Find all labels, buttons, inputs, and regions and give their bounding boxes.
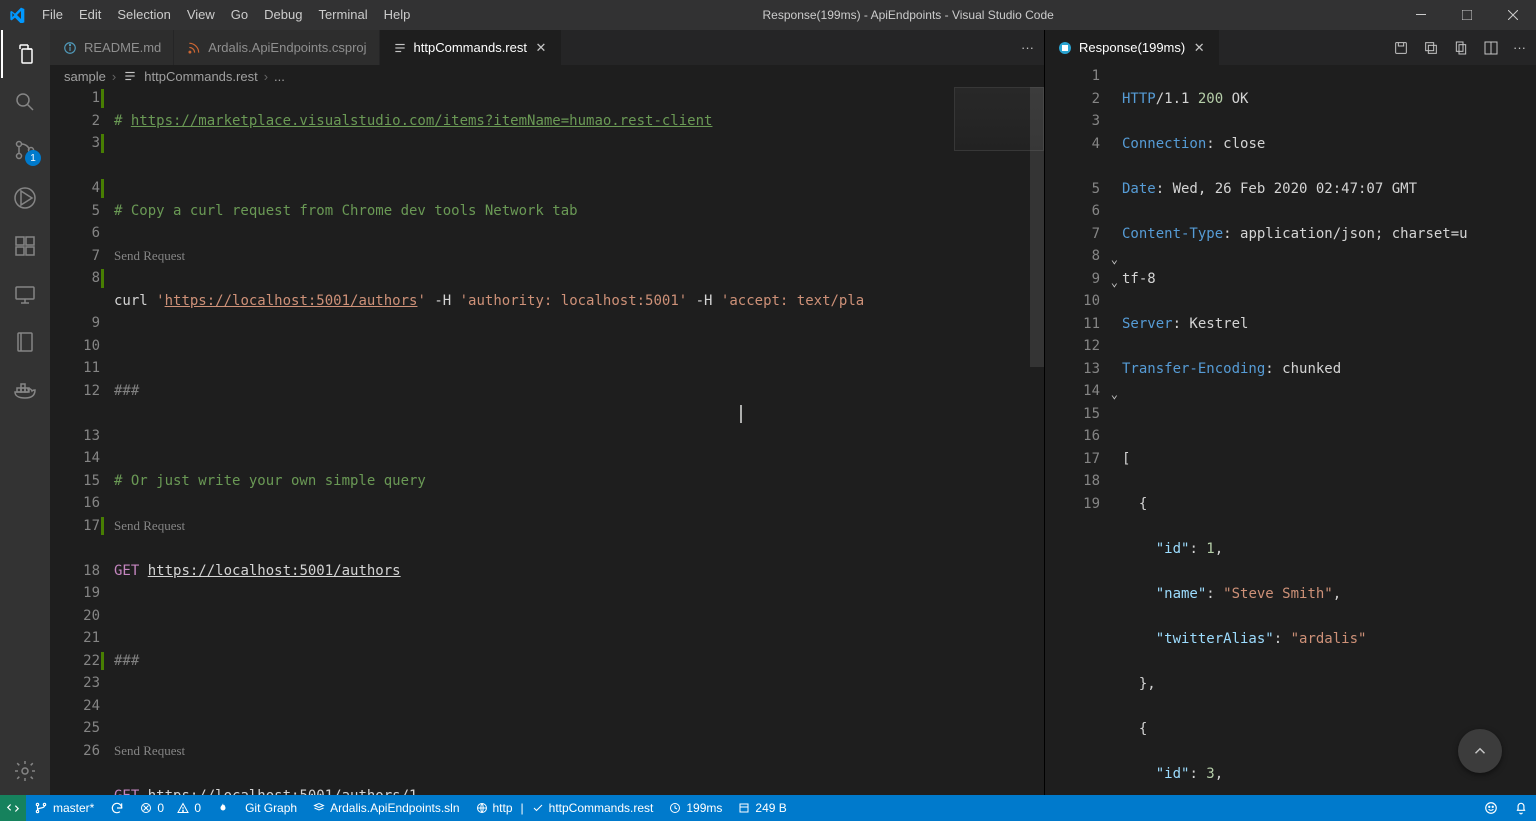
minimize-button[interactable]	[1398, 0, 1444, 30]
activity-scm[interactable]: 1	[1, 126, 49, 174]
breadcrumb-item[interactable]: httpCommands.rest	[144, 69, 257, 84]
status-sln[interactable]: Ardalis.ApiEndpoints.sln	[305, 801, 467, 815]
maximize-button[interactable]	[1444, 0, 1490, 30]
tab-httpcommands[interactable]: httpCommands.rest ✕	[380, 30, 562, 65]
tab-label: httpCommands.rest	[414, 40, 527, 55]
window-controls	[1398, 0, 1536, 30]
scm-badge: 1	[25, 150, 41, 166]
status-proto[interactable]: http	[468, 801, 521, 815]
text-cursor	[740, 405, 742, 423]
status-file[interactable]: httpCommands.rest	[524, 801, 662, 815]
menu-bar: File Edit Selection View Go Debug Termin…	[34, 0, 418, 30]
status-bell[interactable]	[1506, 801, 1536, 815]
breadcrumb-item[interactable]: sample	[64, 69, 106, 84]
activity-settings[interactable]	[1, 747, 49, 795]
menu-help[interactable]: Help	[376, 0, 419, 30]
menu-debug[interactable]: Debug	[256, 0, 310, 30]
fold-icon[interactable]: ⌄	[1111, 271, 1118, 294]
close-tab-icon[interactable]: ✕	[1191, 40, 1207, 56]
tabs-main: README.md Ardalis.ApiEndpoints.csproj ht…	[50, 30, 1044, 65]
files-icon[interactable]	[1453, 40, 1469, 56]
send-request-codelens[interactable]: Send Request	[114, 740, 1044, 763]
menu-view[interactable]: View	[179, 0, 223, 30]
breadcrumb-item[interactable]: ...	[274, 69, 285, 84]
status-size[interactable]: 249 B	[730, 801, 794, 815]
status-bar: master* 0 0 Git Graph Ardalis.ApiEndpoin…	[0, 795, 1536, 821]
menu-selection[interactable]: Selection	[109, 0, 178, 30]
editor-group-main: README.md Ardalis.ApiEndpoints.csproj ht…	[50, 30, 1045, 795]
vscode-logo-icon	[8, 6, 26, 24]
close-window-button[interactable]	[1490, 0, 1536, 30]
rss-icon	[186, 40, 202, 56]
status-remote[interactable]	[0, 795, 26, 821]
save-icon[interactable]	[1393, 40, 1409, 56]
code-main[interactable]: # https://marketplace.visualstudio.com/i…	[114, 87, 1044, 795]
activity-debug[interactable]	[1, 174, 49, 222]
tab-response[interactable]: Response(199ms) ✕	[1045, 30, 1220, 65]
editor-group-response: Response(199ms) ✕ ··· 1234 5678⌄9⌄10111	[1045, 30, 1536, 795]
info-icon	[62, 40, 78, 56]
more-actions-icon[interactable]: ···	[1021, 40, 1034, 55]
status-sync[interactable]	[102, 801, 132, 815]
lines-icon	[122, 68, 138, 84]
tabs-response: Response(199ms) ✕ ···	[1045, 30, 1536, 65]
chevron-right-icon: ›	[264, 69, 268, 84]
tab-csproj[interactable]: Ardalis.ApiEndpoints.csproj	[174, 30, 379, 65]
minimap[interactable]	[950, 87, 1044, 795]
fold-icon[interactable]: ⌄	[1111, 248, 1118, 271]
send-request-codelens[interactable]: Send Request	[114, 515, 1044, 538]
activity-remote[interactable]	[1, 270, 49, 318]
close-tab-icon[interactable]: ✕	[533, 40, 549, 56]
status-feedback[interactable]	[1476, 801, 1506, 815]
activity-extensions[interactable]	[1, 222, 49, 270]
chevron-right-icon: ›	[112, 69, 116, 84]
activity-book[interactable]	[1, 318, 49, 366]
editor-main[interactable]: 123 45678 9101112 1314151617 18192021222…	[50, 87, 1044, 795]
code-response[interactable]: HTTP/1.1 200 OK Connection: close Date: …	[1122, 65, 1536, 795]
activity-docker[interactable]	[1, 366, 49, 414]
editor-response[interactable]: 1234 5678⌄9⌄1011121314⌄1516171819 HTTP/1…	[1045, 65, 1536, 795]
tab-readme[interactable]: README.md	[50, 30, 174, 65]
status-branch[interactable]: master*	[26, 801, 102, 815]
more-actions-icon[interactable]: ···	[1513, 40, 1526, 56]
send-request-codelens[interactable]: Send Request	[114, 245, 1044, 268]
tab-label: Response(199ms)	[1079, 40, 1185, 55]
window-title: Response(199ms) - ApiEndpoints - Visual …	[418, 8, 1398, 22]
menu-edit[interactable]: Edit	[71, 0, 109, 30]
activity-search[interactable]	[1, 78, 49, 126]
status-problems[interactable]: 0 0	[132, 801, 209, 815]
lines-icon	[392, 40, 408, 56]
gutter: 123 45678 9101112 1314151617 18192021222…	[50, 87, 114, 795]
tab-label: Ardalis.ApiEndpoints.csproj	[208, 40, 366, 55]
split-icon[interactable]	[1483, 40, 1499, 56]
fold-icon[interactable]: ⌄	[1111, 383, 1118, 406]
activity-explorer[interactable]	[1, 30, 49, 78]
tab-label: README.md	[84, 40, 161, 55]
titlebar: File Edit Selection View Go Debug Termin…	[0, 0, 1536, 30]
copy-icon[interactable]	[1423, 40, 1439, 56]
gutter-response: 1234 5678⌄9⌄1011121314⌄1516171819	[1045, 65, 1122, 795]
status-flame[interactable]	[209, 802, 237, 814]
status-git-graph[interactable]: Git Graph	[237, 801, 305, 815]
scroll-to-top-button[interactable]	[1458, 729, 1502, 773]
breadcrumb[interactable]: sample › httpCommands.rest › ...	[50, 65, 1044, 87]
activity-bar: 1	[0, 30, 50, 795]
menu-file[interactable]: File	[34, 0, 71, 30]
menu-terminal[interactable]: Terminal	[310, 0, 375, 30]
menu-go[interactable]: Go	[223, 0, 256, 30]
status-time[interactable]: 199ms	[661, 801, 730, 815]
preview-icon	[1057, 40, 1073, 56]
